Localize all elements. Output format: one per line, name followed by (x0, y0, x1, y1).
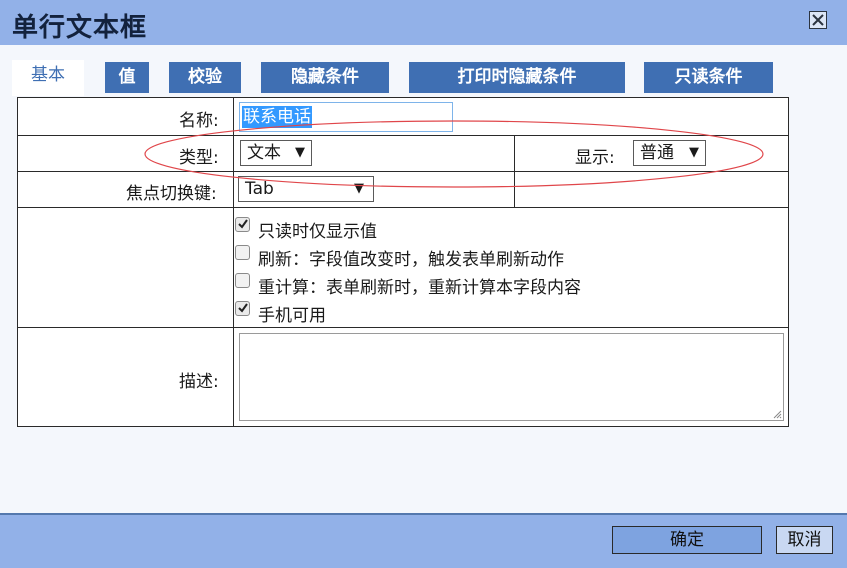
display-select[interactable]: 普通 ▼ (633, 140, 706, 166)
name-input[interactable]: 联系电话 (239, 102, 453, 132)
tab-basic[interactable]: 基本 (12, 60, 84, 96)
refresh-checkbox[interactable] (235, 245, 250, 260)
checkmark-icon (238, 219, 248, 229)
recalculate-checkbox[interactable] (235, 273, 250, 288)
title-bar: 单行文本框 (0, 0, 847, 45)
tab-readonly-condition[interactable]: 只读条件 (644, 62, 773, 93)
description-label: 描述: (179, 372, 219, 392)
ok-button[interactable]: 确定 (612, 526, 762, 554)
mobile-available-label: 手机可用 (258, 306, 326, 326)
focus-key-label: 焦点切换键: (126, 184, 217, 204)
tab-bar: 基本 值 校验 隐藏条件 打印时隐藏条件 只读条件 (0, 60, 847, 96)
tab-validation[interactable]: 校验 (169, 62, 241, 93)
readonly-display-checkbox[interactable] (235, 217, 250, 232)
options-row: 只读时仅显示值 刷新：字段值改变时，触发表单刷新动作 重计算：表单刷新时，重新计… (18, 208, 788, 328)
window-title: 单行文本框 (12, 13, 148, 43)
type-select[interactable]: 文本 ▼ (240, 140, 312, 166)
description-row: 描述: (18, 328, 788, 426)
description-textarea[interactable] (239, 333, 784, 421)
mobile-available-checkbox[interactable] (235, 301, 250, 316)
focus-key-row: 焦点切换键: Tab ▼ (18, 172, 788, 208)
basic-form: 名称: 联系电话 类型: 文本 ▼ 显示: 普通 ▼ 焦点切换键: Tab ▼ (17, 97, 789, 427)
tab-value[interactable]: 值 (105, 62, 149, 93)
focus-key-select[interactable]: Tab ▼ (238, 176, 374, 202)
type-select-value: 文本 (247, 143, 281, 163)
name-row: 名称: 联系电话 (18, 98, 788, 136)
name-input-value: 联系电话 (242, 106, 312, 128)
cancel-button[interactable]: 取消 (776, 526, 833, 554)
close-x-icon (812, 14, 824, 26)
checkmark-icon (238, 303, 248, 313)
name-label: 名称: (179, 111, 219, 131)
type-label: 类型: (179, 148, 219, 168)
type-row: 类型: 文本 ▼ 显示: 普通 ▼ (18, 136, 788, 172)
focus-key-select-value: Tab (245, 179, 274, 199)
readonly-display-label: 只读时仅显示值 (258, 222, 377, 242)
dropdown-arrow-icon: ▼ (295, 145, 305, 160)
close-button[interactable] (809, 11, 827, 29)
display-label: 显示: (575, 148, 615, 168)
dropdown-arrow-icon: ▼ (354, 181, 364, 196)
recalculate-label: 重计算：表单刷新时，重新计算本字段内容 (258, 278, 581, 298)
resize-handle-icon (773, 410, 782, 419)
tab-print-hide-condition[interactable]: 打印时隐藏条件 (409, 62, 625, 93)
footer-bar: 确定 取消 (0, 513, 847, 568)
dropdown-arrow-icon: ▼ (689, 145, 699, 160)
tab-hide-condition[interactable]: 隐藏条件 (261, 62, 389, 93)
refresh-label: 刷新：字段值改变时，触发表单刷新动作 (258, 250, 564, 270)
display-select-value: 普通 (640, 143, 674, 163)
